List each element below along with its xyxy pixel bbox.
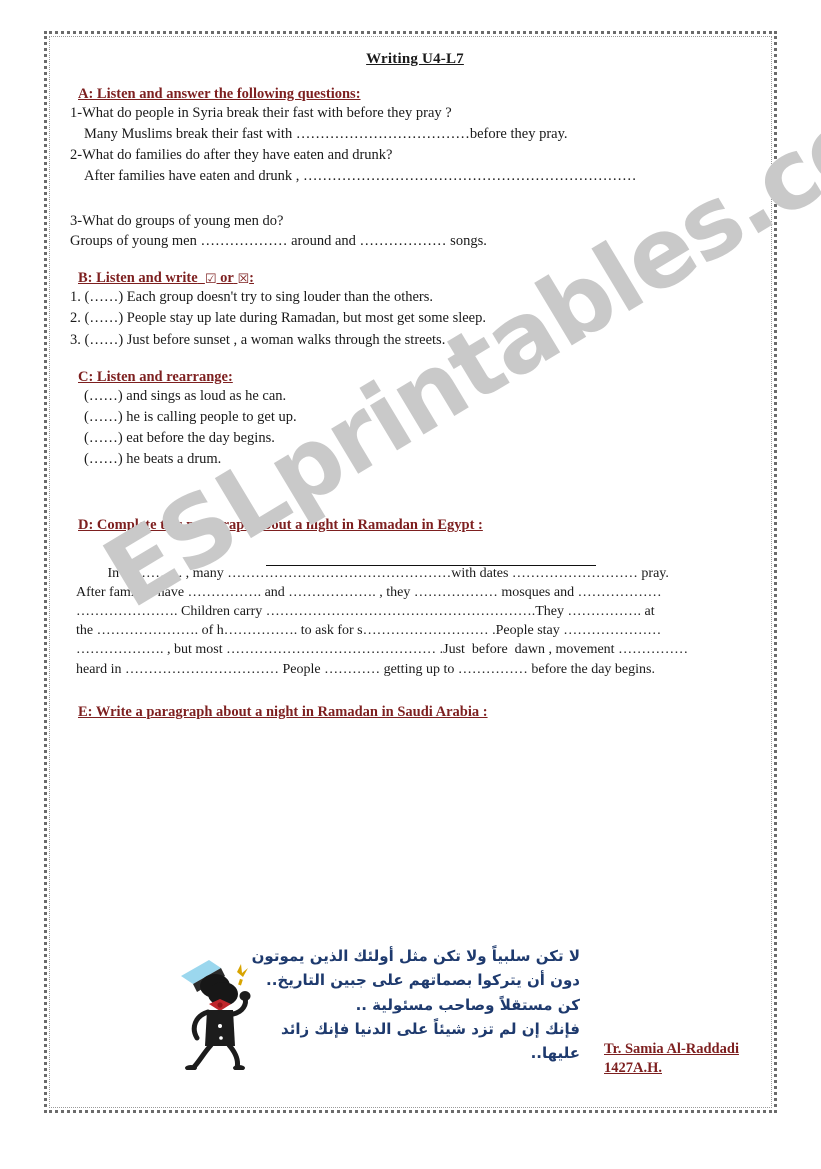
section-d-line-5[interactable]: ………………. , but most ……………………………………… .Just… <box>76 640 760 659</box>
crossed-box-icon: ☒ <box>237 272 250 288</box>
teacher-signature: Tr. Samia Al-Raddadi 1427A.H. <box>604 1040 784 1078</box>
section-b: B: Listen and write ☑ or ☒: 1. (……) Each… <box>70 269 760 350</box>
section-d: D: Complete this paragraph about a night… <box>70 516 760 678</box>
section-b-heading-colon: : <box>249 270 254 287</box>
section-a-question-1: 1-What do people in Syria break their fa… <box>70 105 452 121</box>
teacher-name: Tr. Samia Al-Raddadi <box>604 1041 739 1057</box>
section-d-line-6[interactable]: heard in …………………………… People ………… getting… <box>76 660 760 679</box>
section-b-item-2[interactable]: 2. (……) People stay up late during Ramad… <box>70 308 760 329</box>
section-d-line-3[interactable]: …………………. Children carry …………………………………………… <box>76 602 760 621</box>
worksheet-content: Writing U4-L7 A: Listen and answer the f… <box>70 44 760 1015</box>
section-c-item-1[interactable]: (……) and sings as loud as he can. <box>70 386 760 407</box>
section-d-line-2[interactable]: After families have ……………. and ………………. ,… <box>76 583 760 602</box>
section-c-item-3[interactable]: (……) eat before the day begins. <box>70 428 760 449</box>
section-e-blank-line[interactable] <box>70 734 760 775</box>
section-d-paragraph[interactable]: In …………. , many …………………………………………with dat… <box>70 564 760 678</box>
section-b-heading-text: B: Listen and write <box>78 270 198 287</box>
page-title: Writing U4-L7 <box>366 51 464 67</box>
section-a-answer-1[interactable]: Many Muslims break their fast with ……………… <box>70 124 760 145</box>
section-a: A: Listen and answer the following quest… <box>70 85 760 252</box>
arabic-quote-line-2: دون أن يتركوا بصماتهم على جبين التاريخ.. <box>266 971 580 990</box>
section-c-heading: C: Listen and rearrange: <box>78 368 233 385</box>
section-d-heading: D: Complete this paragraph about a night… <box>78 517 483 534</box>
section-c-item-2[interactable]: (……) he is calling people to get up. <box>70 407 760 428</box>
teacher-year: 1427A.H. <box>604 1059 662 1076</box>
section-a-question-3: 3-What do groups of young men do? <box>70 212 284 229</box>
section-d-line-1[interactable]: In …………. , many …………………………………………with dat… <box>76 564 760 583</box>
section-b-item-1[interactable]: 1. (……) Each group doesn't try to sing l… <box>70 287 760 308</box>
section-a-answer-2-extra-line[interactable] <box>70 186 760 202</box>
section-e-blank-line[interactable] <box>70 814 760 855</box>
arabic-quote-line-3: كن مستقلاً وصاحب مسئولية .. <box>355 995 580 1014</box>
section-a-question-2: 2-What do families do after they have ea… <box>70 146 393 163</box>
arabic-quote-line-1: لا تكن سلبياً ولا تكن مثل أولئك الذين يم… <box>251 947 580 965</box>
section-e-blank-line[interactable] <box>70 854 760 895</box>
section-a-heading: A: Listen and answer the following quest… <box>78 86 361 102</box>
section-a-answer-3[interactable]: Groups of young men ……………… around and ……… <box>70 231 760 252</box>
worksheet-page: ESLprintables.com Writing U4-L7 A: Liste… <box>0 0 821 1169</box>
section-d-line-4[interactable]: the …………………. of h……………. to ask for s…………… <box>76 621 760 640</box>
worksheet-footer: لا تكن سلبياً ولا تكن مثل أولئك الذين يم… <box>70 944 770 1094</box>
arabic-quote: لا تكن سلبياً ولا تكن مثل أولئك الذين يم… <box>240 944 580 1065</box>
section-e-blank-line[interactable] <box>70 894 760 935</box>
section-e-heading: E: Write a paragraph about a night in Ra… <box>78 703 488 720</box>
arabic-quote-line-4: فإنك إن لم تزد شيئاً على الدنيا فإنك زائ… <box>281 1019 580 1063</box>
section-a-answer-2[interactable]: After families have eaten and drunk , ……… <box>70 166 760 187</box>
section-c: C: Listen and rearrange: (……) and sings … <box>70 368 760 471</box>
section-b-heading-or: or <box>220 270 234 287</box>
section-c-item-4[interactable]: (……) he beats a drum. <box>70 449 760 470</box>
section-d-top-rule <box>266 565 596 567</box>
section-b-heading: B: Listen and write ☑ or ☒: <box>78 270 254 287</box>
section-b-item-3[interactable]: 3. (……) Just before sunset , a woman wal… <box>70 330 760 351</box>
checked-box-icon: ☑ <box>204 272 217 288</box>
section-e-blank-line[interactable] <box>70 774 760 815</box>
